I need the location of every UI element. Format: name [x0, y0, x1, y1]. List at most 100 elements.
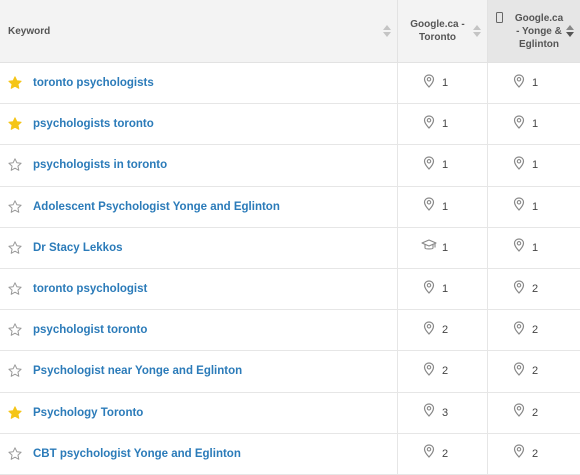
yonge-eglinton-column-header[interactable]: Google.ca - Yonge & Eglinton — [488, 0, 580, 62]
toronto-column-header[interactable]: Google.ca - Toronto — [398, 0, 488, 62]
toronto-rank-cell: 1 — [398, 104, 488, 145]
yonge-eglinton-rank-cell: 2 — [488, 269, 580, 309]
sort-yonge-eglinton-icon[interactable] — [566, 25, 574, 37]
map-pin-icon — [513, 444, 532, 463]
keyword-link[interactable]: toronto psychologists — [33, 77, 154, 89]
star-outline-icon[interactable] — [8, 282, 22, 296]
keyword-link[interactable]: CBT psychologist Yonge and Eglinton — [33, 448, 241, 460]
toronto-rank-cell: 1 — [398, 268, 488, 310]
map-pin-icon — [423, 197, 442, 216]
toronto-rank-value: 1 — [442, 77, 449, 90]
yonge-eglinton-rank-value: 1 — [532, 77, 539, 90]
toronto-rank-value: 2 — [442, 324, 449, 337]
yonge-eglinton-rank-cell: 2 — [488, 434, 580, 474]
yonge-eglinton-rank-cell: 2 — [488, 310, 580, 350]
keyword-link[interactable]: toronto psychologist — [33, 283, 147, 295]
keyword-cell: toronto psychologists — [0, 63, 398, 104]
table-row: toronto psychologist 1 2 — [0, 268, 580, 311]
keyword-link[interactable]: Adolescent Psychologist Yonge and Eglint… — [33, 201, 280, 213]
sort-keyword-icon[interactable] — [383, 25, 391, 37]
map-pin-icon — [423, 279, 442, 299]
map-pin-icon — [513, 403, 532, 422]
keyword-cell: CBT psychologist Yonge and Eglinton — [0, 433, 398, 474]
table-row: psychologist toronto 2 2 — [0, 310, 580, 352]
table-row: psychologists in toronto 1 1 — [0, 145, 580, 187]
table-row: Dr Stacy Lekkos 1 1 — [0, 227, 580, 269]
table-row: Adolescent Psychologist Yonge and Eglint… — [0, 186, 580, 228]
star-outline-icon[interactable] — [8, 199, 22, 214]
keyword-cell: Dr Stacy Lekkos — [0, 227, 398, 268]
table-row: Psychologist near Yonge and Eglinton 2 2 — [0, 351, 580, 393]
keyword-header-label: Keyword — [8, 25, 51, 37]
yonge-eglinton-rank-value: 1 — [532, 159, 539, 172]
keyword-link[interactable]: psychologists in toronto — [33, 159, 167, 171]
map-pin-icon — [423, 156, 442, 175]
star-outline-icon[interactable] — [8, 364, 22, 378]
yonge-eglinton-rank-value: 2 — [532, 283, 539, 296]
toronto-rank-cell: 1 — [398, 63, 488, 104]
yonge-eglinton-rank-value: 2 — [532, 324, 539, 337]
keyword-link[interactable]: Psychology Toronto — [33, 407, 143, 419]
yonge-eglinton-rank-cell: 1 — [488, 104, 580, 144]
toronto-rank-value: 1 — [442, 159, 449, 172]
star-outline-icon[interactable] — [8, 241, 22, 255]
yonge-eglinton-rank-value: 2 — [532, 406, 539, 419]
keyword-cell: Psychology Toronto — [0, 392, 398, 433]
map-pin-icon — [513, 321, 532, 340]
map-pin-icon — [513, 279, 532, 299]
yonge-eglinton-rank-cell: 2 — [488, 393, 580, 433]
toronto-rank-value: 2 — [442, 447, 449, 460]
yonge-eglinton-rank-cell: 1 — [488, 228, 580, 268]
map-pin-icon — [423, 73, 442, 93]
keyword-cell: Psychologist near Yonge and Eglinton — [0, 351, 398, 392]
toronto-rank-value: 1 — [442, 118, 449, 131]
map-pin-icon — [513, 238, 532, 257]
yonge-eglinton-rank-value: 1 — [532, 200, 539, 213]
toronto-rank-cell: 1 — [398, 145, 488, 186]
yonge-eglinton-rank-cell: 1 — [488, 187, 580, 227]
map-pin-icon — [513, 362, 532, 381]
table-row: toronto psychologists 1 1 — [0, 63, 580, 105]
yonge-eglinton-rank-value: 1 — [532, 118, 539, 131]
keyword-cell: psychologists in toronto — [0, 145, 398, 186]
toronto-rank-cell: 2 — [398, 310, 488, 351]
table-row: Psychology Toronto 3 2 — [0, 392, 580, 434]
keyword-link[interactable]: Psychologist near Yonge and Eglinton — [33, 365, 242, 377]
map-pin-icon — [423, 321, 442, 340]
table-row: CBT psychologist Yonge and Eglinton 2 2 — [0, 433, 580, 475]
keyword-link[interactable]: Dr Stacy Lekkos — [33, 242, 123, 254]
star-outline-icon[interactable] — [8, 323, 22, 337]
toronto-rank-cell: 1 — [398, 227, 488, 268]
star-filled-icon[interactable] — [8, 405, 22, 420]
star-outline-icon[interactable] — [8, 447, 22, 461]
toronto-rank-value: 1 — [442, 283, 449, 296]
star-filled-icon[interactable] — [8, 76, 22, 90]
toronto-rank-value: 2 — [442, 365, 449, 378]
table-body: toronto psychologists 1 1 psychologists tor… — [0, 63, 580, 475]
keyword-cell: psychologists toronto — [0, 104, 398, 145]
toronto-rank-cell: 2 — [398, 433, 488, 474]
yonge-eglinton-rank-value: 1 — [532, 241, 539, 254]
sort-toronto-icon[interactable] — [473, 25, 481, 37]
map-pin-icon — [513, 197, 532, 216]
table-header: Keyword Google.ca - Toronto Google.ca - … — [0, 0, 580, 63]
star-outline-icon[interactable] — [8, 158, 22, 172]
map-pin-icon — [513, 73, 532, 93]
map-pin-icon — [423, 115, 442, 134]
yonge-eglinton-rank-value: 2 — [532, 365, 539, 378]
yonge-eglinton-rank-cell: 1 — [488, 145, 580, 185]
table-row: psychologists toronto 1 1 — [0, 104, 580, 146]
keyword-link[interactable]: psychologist toronto — [33, 324, 147, 336]
mobile-device-icon — [496, 12, 503, 23]
toronto-header-label: Google.ca - Toronto — [410, 19, 465, 43]
rankings-table: Keyword Google.ca - Toronto Google.ca - … — [0, 0, 580, 475]
toronto-rank-cell: 2 — [398, 351, 488, 392]
star-filled-icon[interactable] — [8, 117, 22, 131]
keyword-column-header[interactable]: Keyword — [0, 0, 398, 62]
map-pin-icon — [423, 362, 442, 381]
toronto-rank-value: 1 — [442, 241, 449, 254]
toronto-rank-value: 1 — [442, 200, 449, 213]
toronto-rank-cell: 3 — [398, 392, 488, 433]
keyword-link[interactable]: psychologists toronto — [33, 118, 154, 130]
yonge-eglinton-rank-cell: 2 — [488, 351, 580, 391]
